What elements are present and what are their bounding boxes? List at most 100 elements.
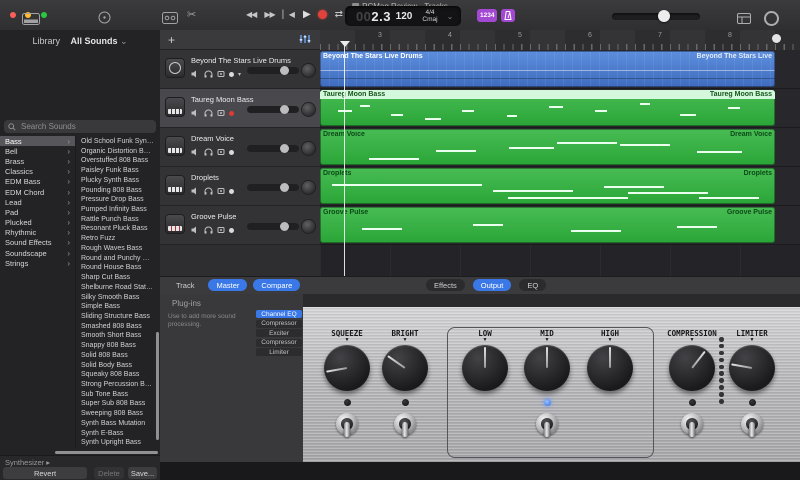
category-item[interactable]: Strings › [0, 258, 75, 268]
add-track-button[interactable]: + [168, 34, 175, 46]
track-lane[interactable]: Groove Pulse Groove Pulse [320, 206, 800, 245]
record-enable-button[interactable] [229, 110, 234, 116]
collection-selector[interactable]: All Sounds [70, 36, 117, 46]
library-toggle-button[interactable] [22, 12, 40, 30]
record-enable-button[interactable] [229, 71, 234, 77]
ruler-handle-icon[interactable] [772, 34, 781, 43]
sound-item[interactable]: Squeaky 808 Bass [76, 370, 154, 380]
timeline-ruler[interactable]: 3 4 5 6 7 8 [320, 30, 800, 51]
sound-item[interactable]: Retro Fuzz [76, 234, 154, 244]
record-enable-button[interactable] [229, 227, 234, 233]
squeeze-knob[interactable] [324, 345, 370, 391]
play-button[interactable]: ▶ [303, 9, 311, 20]
track-pan-knob[interactable] [302, 181, 315, 194]
track-pan-knob[interactable] [302, 64, 315, 77]
track-volume-slider[interactable] [247, 183, 299, 192]
compression-knob[interactable] [669, 345, 715, 391]
category-item[interactable]: Soundscape › [0, 248, 75, 258]
sound-item[interactable]: Pumped Infinity Bass [76, 205, 154, 215]
io-icon[interactable] [217, 226, 225, 234]
sound-item[interactable]: Strong Percussion Bass [76, 380, 154, 390]
library-horizontal-scrollbar[interactable] [55, 451, 158, 454]
plugin-slot-limiter[interactable]: Limiter [256, 348, 302, 357]
midi-region-pulse[interactable]: Groove Pulse Groove Pulse [320, 207, 775, 243]
sound-item[interactable]: Pressure Drop Bass [76, 195, 154, 205]
revert-button[interactable]: Revert [3, 467, 87, 479]
solo-button[interactable] [204, 148, 213, 156]
category-item[interactable]: Plucked › [0, 218, 75, 228]
sound-item[interactable]: Super Sub 808 Bass [76, 399, 154, 409]
mid-knob[interactable] [524, 345, 570, 391]
limiter-knob[interactable] [729, 345, 775, 391]
track-header[interactable]: Droplets [160, 167, 320, 206]
sound-item[interactable]: Synth Bass Mutation [76, 419, 154, 429]
lcd-display[interactable]: 002.3 120 4/4 Cmaj ⌄ [345, 6, 461, 26]
record-enable-button[interactable] [229, 149, 234, 155]
save-button[interactable]: Save... [128, 467, 157, 479]
quick-help-button[interactable] [98, 11, 111, 29]
track-lane[interactable]: Droplets Droplets [320, 167, 800, 206]
bright-toggle-switch[interactable] [394, 413, 416, 437]
low-knob[interactable] [462, 345, 508, 391]
mute-button[interactable] [191, 70, 200, 78]
category-item[interactable]: Pad › [0, 207, 75, 217]
editors-scissors-icon[interactable]: ✂ [187, 8, 196, 21]
sound-item[interactable]: Solid Body Bass [76, 361, 154, 371]
track-pan-knob[interactable] [302, 220, 315, 233]
category-item[interactable]: Classics › [0, 167, 75, 177]
sound-item[interactable]: Synth Upright Bass [76, 438, 154, 448]
category-item[interactable]: Brass › [0, 156, 75, 166]
eq-toggle-switch[interactable] [536, 413, 558, 437]
plugin-slot-exciter[interactable]: Exciter [256, 329, 302, 338]
loop-browser-button[interactable] [764, 11, 779, 26]
sound-item[interactable]: Sub Tone Bass [76, 390, 154, 400]
track-header[interactable]: Dream Voice [160, 128, 320, 167]
tab-track[interactable]: Track [168, 279, 202, 291]
collection-chevron-icon[interactable]: ⌄ [120, 36, 128, 46]
master-volume-thumb[interactable] [658, 10, 670, 22]
sound-item[interactable]: Sharp Cut Bass [76, 273, 154, 283]
audio-region-drums[interactable]: Beyond The Stars Live Drums Beyond The S… [320, 51, 775, 87]
io-icon[interactable] [217, 148, 225, 156]
media-browser-button[interactable] [737, 11, 751, 29]
track-volume-slider[interactable] [247, 105, 299, 114]
track-volume-slider[interactable] [247, 66, 299, 75]
plugin-slot-compressor-1[interactable]: Compressor [256, 319, 302, 328]
sound-item[interactable]: Rattle Punch Bass [76, 215, 154, 225]
record-button[interactable] [317, 10, 327, 19]
sound-item[interactable]: Shelburne Road State Ba... [76, 283, 154, 293]
track-header[interactable]: Taureg Moon Bass [160, 89, 320, 128]
track-pan-knob[interactable] [302, 142, 315, 155]
compression-toggle-switch[interactable] [681, 413, 703, 437]
track-header[interactable]: Beyond The Stars Live Drums ▾ [160, 50, 320, 89]
category-item[interactable]: EDM Bass › [0, 177, 75, 187]
category-item[interactable]: Bass › [0, 136, 75, 147]
sound-item[interactable]: Old School Funk Synth B... [76, 137, 154, 147]
limiter-toggle-switch[interactable] [741, 413, 763, 437]
go-to-beginning-button[interactable]: ▏◀ [283, 10, 295, 19]
sound-item[interactable]: Pounding 808 Bass [76, 186, 154, 196]
track-volume-slider[interactable] [247, 144, 299, 153]
track-header[interactable]: Groove Pulse [160, 206, 320, 245]
squeeze-toggle-switch[interactable] [336, 413, 358, 437]
sound-item[interactable]: Smooth Short Bass [76, 331, 154, 341]
master-volume-slider[interactable] [612, 13, 700, 20]
sound-item[interactable]: Sweeping 808 Bass [76, 409, 154, 419]
midi-region-voice[interactable]: Dream Voice Dream Voice [320, 129, 775, 165]
search-input[interactable] [19, 121, 143, 132]
track-lane[interactable]: Dream Voice Dream Voice [320, 128, 800, 167]
track-lane[interactable]: Beyond The Stars Live Drums Beyond The S… [320, 50, 800, 89]
sound-item[interactable]: Solid 808 Bass [76, 351, 154, 361]
record-enable-button[interactable] [229, 188, 234, 194]
io-icon[interactable] [217, 109, 225, 117]
sound-item[interactable]: Round House Bass [76, 263, 154, 273]
solo-button[interactable] [204, 226, 213, 234]
sound-item[interactable]: Overstuffed 808 Bass [76, 156, 154, 166]
zoom-window-icon[interactable] [40, 12, 47, 18]
playhead-line[interactable] [344, 44, 345, 276]
lcd-chevron-icon[interactable]: ⌄ [443, 12, 457, 21]
sound-item[interactable]: Round and Punchy Bass [76, 254, 154, 264]
midi-region-droplets[interactable]: Droplets Droplets [320, 168, 775, 204]
midi-region-bass[interactable]: Taureg Moon Bass Taureg Moon Bass [320, 90, 775, 126]
mute-button[interactable] [191, 109, 200, 117]
